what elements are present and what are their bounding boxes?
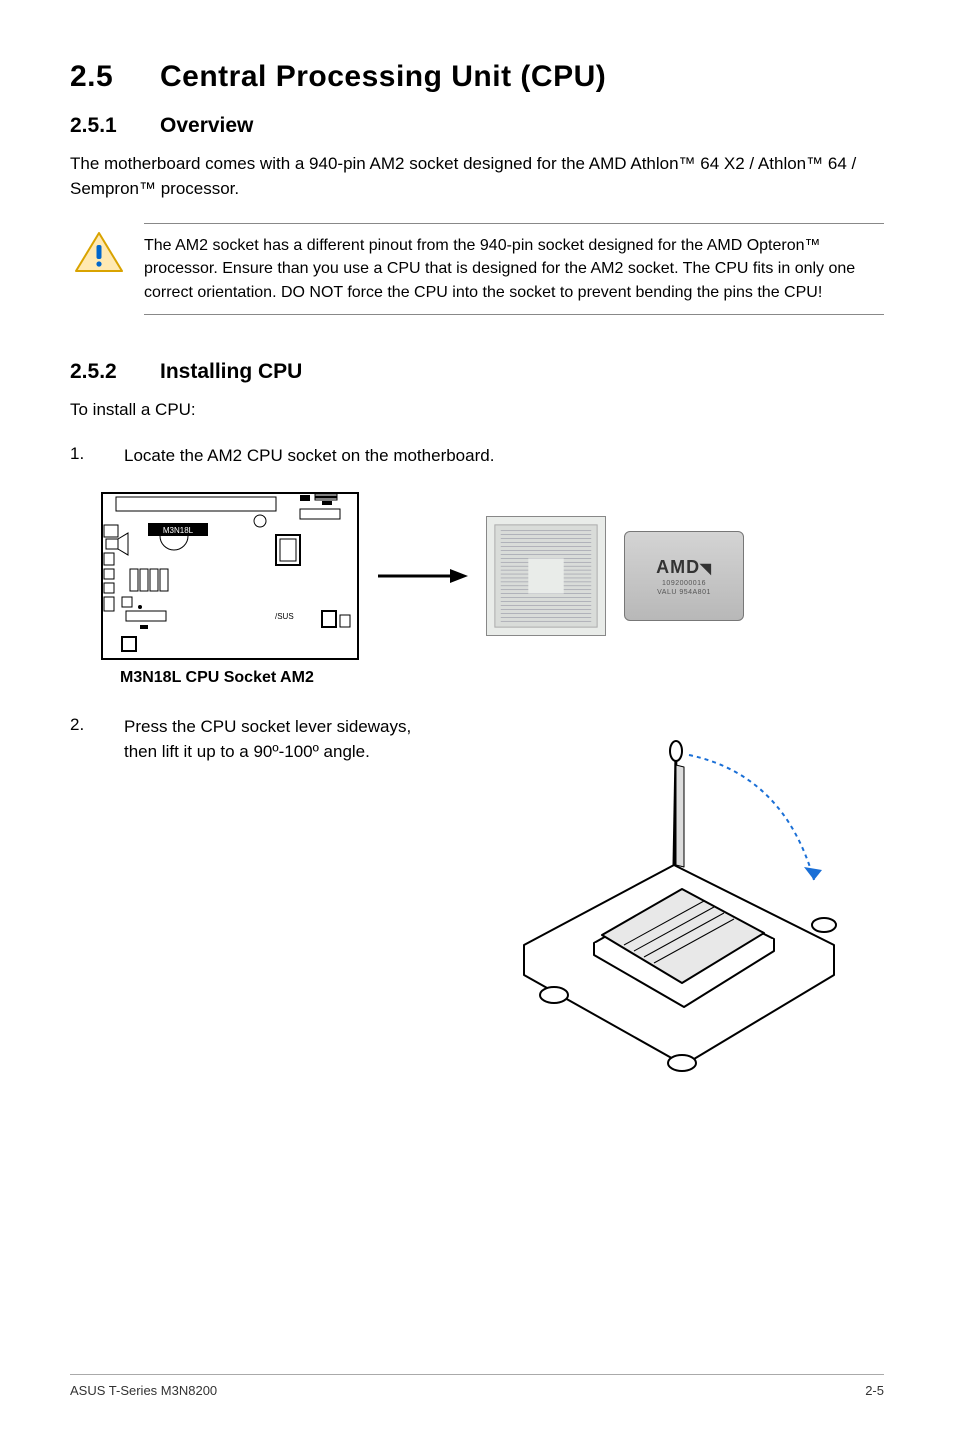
installing-intro: To install a CPU: [70, 398, 884, 423]
step-2-container: 2. Press the CPU socket lever sideways, … [70, 715, 884, 1095]
motherboard-diagram: M3N18L /SUS [100, 491, 360, 661]
page-footer: ASUS T-Series M3N8200 2-5 [70, 1374, 884, 1398]
socket-lever-diagram [484, 715, 864, 1095]
overview-title: Overview [160, 114, 253, 137]
caution-text: The AM2 socket has a different pinout fr… [144, 223, 884, 315]
overview-heading: 2.5.1Overview [70, 114, 884, 138]
arrow-icon [378, 566, 468, 586]
section-title: Central Processing Unit (CPU) [160, 60, 606, 93]
step-1-number: 1. [70, 444, 94, 469]
board-label-text: M3N18L [163, 526, 194, 535]
step-2-number: 2. [70, 715, 94, 764]
section-heading: 2.5Central Processing Unit (CPU) [70, 60, 884, 94]
cpu-topside-image: AMD◥ 1092000016 VALU 954A801 [624, 531, 744, 621]
caution-callout: The AM2 socket has a different pinout fr… [70, 223, 884, 315]
svg-text:/SUS: /SUS [275, 612, 294, 621]
step-1: 1. Locate the AM2 CPU socket on the moth… [70, 444, 884, 469]
amd-brand-text: AMD [656, 557, 700, 577]
installing-title: Installing CPU [160, 360, 302, 383]
installing-heading: 2.5.2Installing CPU [70, 360, 884, 384]
amd-sub-text-2: VALU 954A801 [657, 589, 711, 596]
amd-sub-text-1: 1092000016 [662, 580, 706, 587]
section-number: 2.5 [70, 60, 160, 94]
footer-right: 2-5 [865, 1383, 884, 1398]
installing-number: 2.5.2 [70, 360, 160, 384]
overview-number: 2.5.1 [70, 114, 160, 138]
diagram-caption: M3N18L CPU Socket AM2 [120, 669, 884, 687]
cpu-pinside-image [486, 516, 606, 636]
footer-left: ASUS T-Series M3N8200 [70, 1383, 217, 1398]
step-1-text: Locate the AM2 CPU socket on the motherb… [124, 444, 494, 469]
step-2-text: Press the CPU socket lever sideways, the… [124, 715, 430, 764]
figure-row: M3N18L /SUS [100, 491, 884, 661]
caution-icon [74, 231, 124, 275]
overview-paragraph: The motherboard comes with a 940-pin AM2… [70, 152, 884, 201]
